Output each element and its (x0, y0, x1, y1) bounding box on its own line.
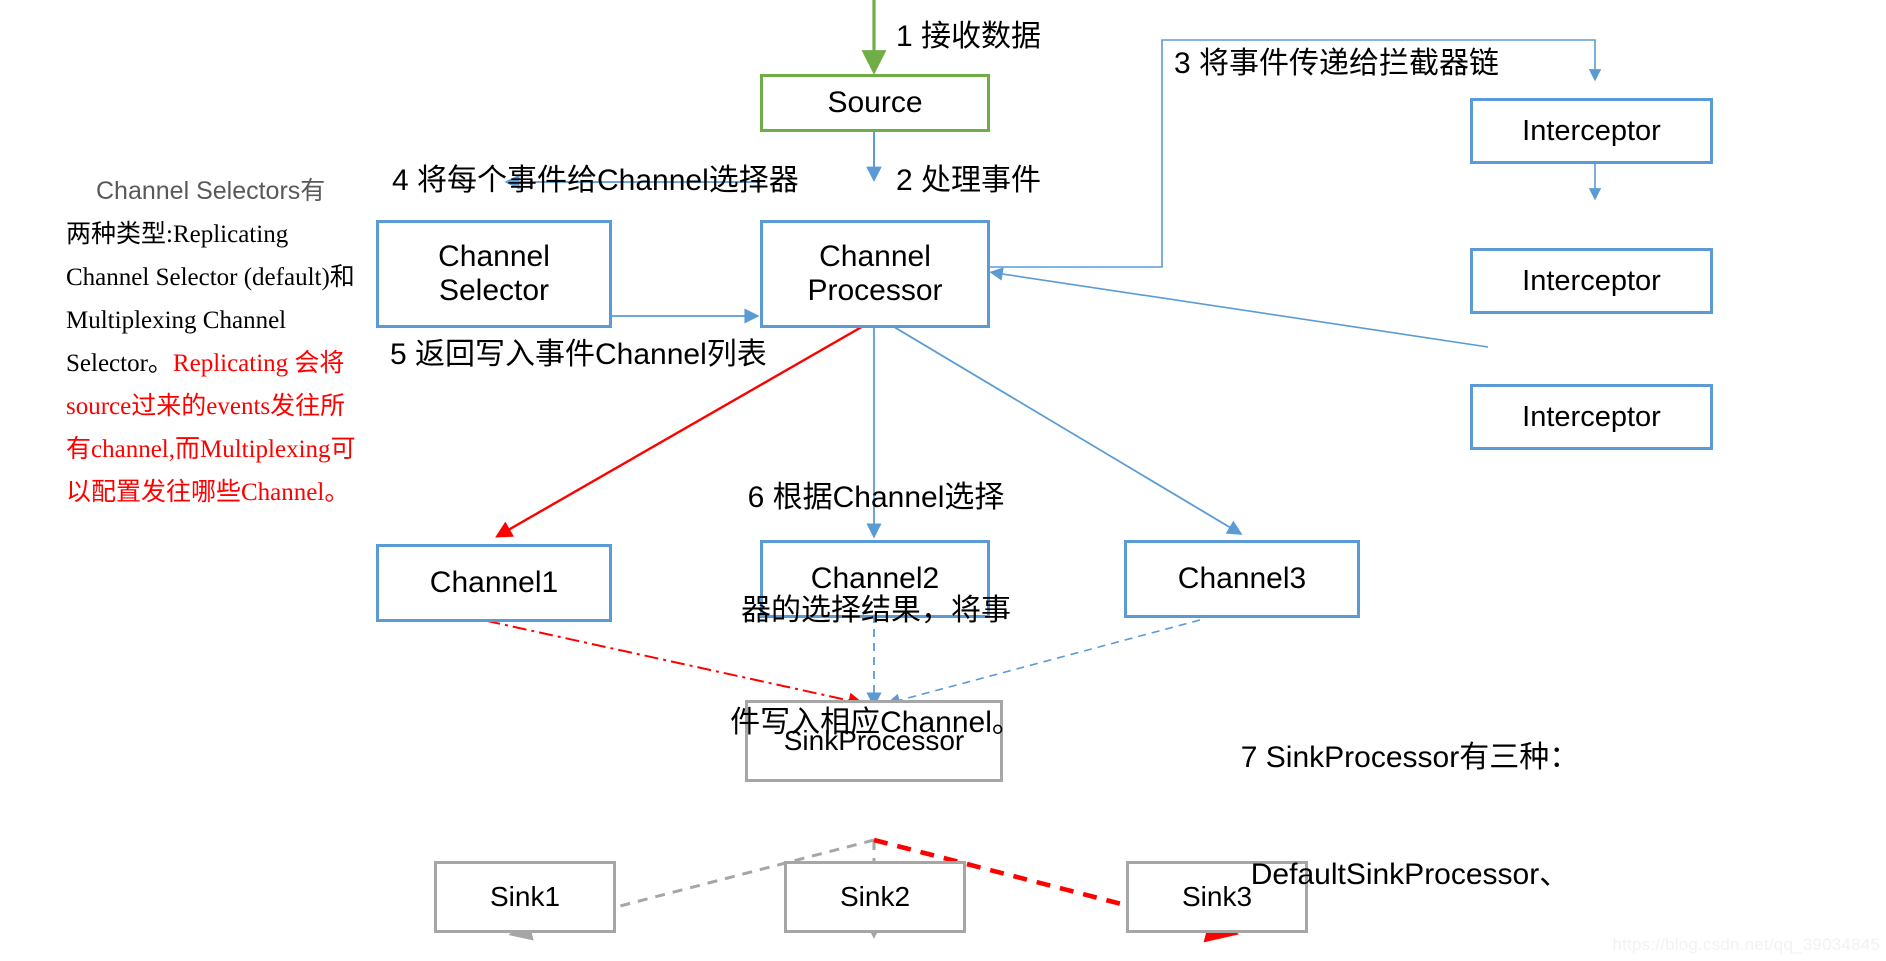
watermark: https://blog.csdn.net/qq_39034845 (1612, 935, 1880, 954)
step-1-label: 1 接收数据 (896, 20, 1042, 53)
node-source[interactable]: Source (760, 74, 990, 132)
node-sink-2-label: Sink2 (839, 881, 911, 913)
note-line-4: Multiplexing Channel (66, 307, 287, 334)
step-7-line-1: 7 SinkProcessor有三种： (1240, 741, 1580, 774)
node-channel-3-label: Channel3 (1177, 562, 1307, 596)
note-line-6: source过来的events发往所 (66, 393, 346, 420)
node-interceptor-2[interactable]: Interceptor (1470, 248, 1713, 314)
node-interceptor-2-label: Interceptor (1522, 264, 1661, 297)
node-sink-1[interactable]: Sink1 (434, 861, 616, 933)
node-interceptor-3-label: Interceptor (1522, 400, 1661, 433)
node-channel-selector-label-line1: Channel (438, 240, 550, 274)
node-channel-selector[interactable]: Channel Selector (376, 220, 612, 328)
step-7-label: 7 SinkProcessor有三种： DefaultSinkProcessor… (1060, 660, 1760, 961)
step-6-label: 6 根据Channel选择 器的选择结果，将事 件写入相应Channel。 (710, 404, 1042, 817)
node-channel-processor[interactable]: Channel Processor (760, 220, 990, 328)
node-channel-1-label: Channel1 (429, 566, 559, 600)
node-channel-1[interactable]: Channel1 (376, 544, 612, 622)
step-6-line-3: 件写入相应Channel。 (730, 706, 1022, 739)
note-line-8: 以配置发往哪些Channel。 (66, 479, 350, 506)
step-3-label: 3 将事件传递给拦截器链 (1174, 47, 1500, 80)
diagram-canvas: Source Channel Selector Channel Processo… (0, 0, 1886, 961)
note-line-7: 有channel,而Multiplexing可 (66, 436, 356, 463)
node-interceptor-3[interactable]: Interceptor (1470, 384, 1713, 450)
node-channel-processor-label-line1: Channel (819, 240, 931, 274)
note-line-1: Channel Selectors有 (96, 177, 326, 205)
node-sink-1-label: Sink1 (489, 881, 561, 913)
note-line-3: Channel Selector (default)和 (66, 264, 355, 291)
node-source-label: Source (827, 86, 923, 120)
step-5-label: 5 返回写入事件Channel列表 (390, 338, 767, 371)
step-6-line-2: 器的选择结果，将事 (741, 593, 1011, 627)
step-2-label: 2 处理事件 (896, 164, 1042, 197)
note-line-2: 两种类型:Replicating (66, 221, 289, 248)
node-interceptor-1[interactable]: Interceptor (1470, 98, 1713, 164)
note-line-5-black: Selector。 (66, 350, 173, 377)
step-4-label: 4 将每个事件给Channel选择器 (392, 164, 799, 197)
arrow-interceptor3-to-channel-processor (989, 267, 1489, 348)
node-channel-selector-label-line2: Selector (438, 274, 550, 307)
node-channel-3[interactable]: Channel3 (1124, 540, 1360, 618)
step-7-line-2: DefaultSinkProcessor、 (1250, 858, 1570, 891)
note-line-5-red: Replicating 会将 (172, 350, 345, 377)
node-channel-processor-label-line2: Processor (807, 274, 943, 307)
step-6-line-1: 6 根据Channel选择 (747, 481, 1005, 514)
channel-selectors-note: Channel Selectors有 两种类型:Replicating Chan… (66, 170, 376, 514)
node-interceptor-1-label: Interceptor (1522, 114, 1661, 147)
node-sink-2[interactable]: Sink2 (784, 861, 966, 933)
